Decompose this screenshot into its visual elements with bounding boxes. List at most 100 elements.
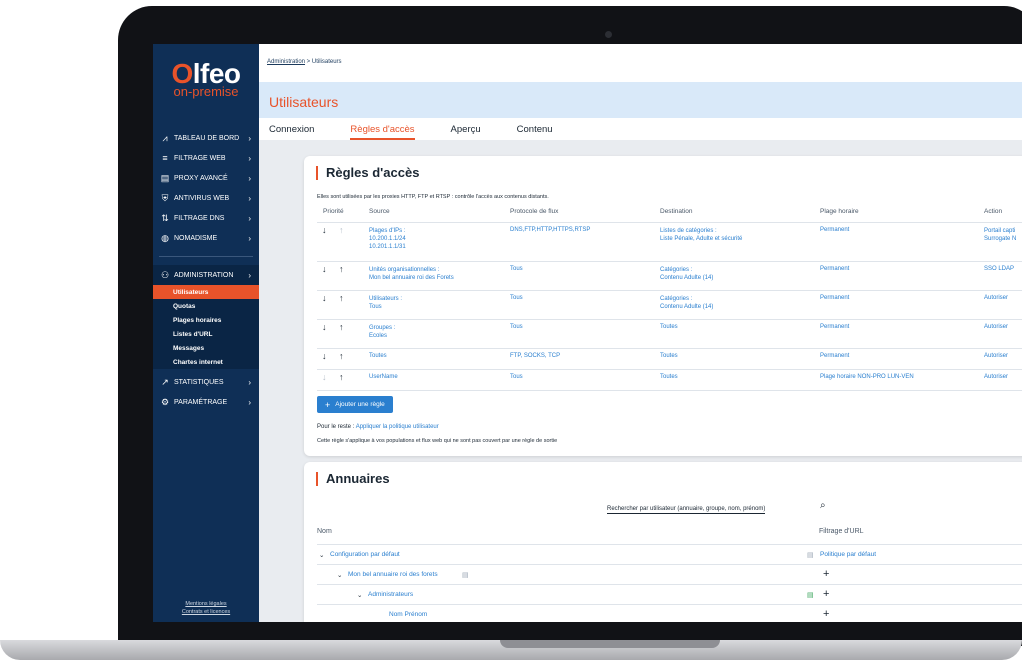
legal-link[interactable]: Mentions légales <box>153 600 259 608</box>
tab-regles-acces[interactable]: Règles d'accès <box>350 124 415 140</box>
list-item[interactable]: ⌄ Administrateurs ▤ + <box>317 584 1022 605</box>
laptop-notch <box>500 640 720 648</box>
action-cell[interactable]: Autoriser <box>984 353 1008 359</box>
arrow-up-icon[interactable]: ↑ <box>339 322 344 332</box>
source-cell[interactable]: Toutes <box>369 353 387 359</box>
tab-contenu[interactable]: Contenu <box>517 124 553 140</box>
list-item[interactable]: ⌄ Configuration par défaut ▤ Politique p… <box>317 544 1022 565</box>
add-filter-button[interactable]: + <box>823 588 829 600</box>
nav-filtrage-web[interactable]: ≡ Filtrage web › <box>153 148 259 168</box>
rest-policy: Pour le reste : Appliquer la politique u… <box>317 424 439 430</box>
tab-connexion[interactable]: Connexion <box>269 124 314 140</box>
camera-dot <box>605 31 612 38</box>
protocol-cell[interactable]: Tous <box>510 374 523 380</box>
tab-bar: Connexion Règles d'accès Aperçu Contenu <box>259 118 1022 140</box>
directory-label[interactable]: Configuration par défaut <box>330 551 400 558</box>
add-filter-button[interactable]: + <box>823 608 829 620</box>
destination-cell[interactable]: Toutes <box>660 374 678 380</box>
arrow-up-icon[interactable]: ↑ <box>339 264 344 274</box>
subnav-listes-url[interactable]: Listes d'URL <box>153 327 259 341</box>
filter-icon: ≡ <box>162 153 168 163</box>
table-row[interactable]: ↓ ↑ Unités organisationnelles : Mon bel a… <box>317 261 1022 290</box>
arrow-down-icon[interactable]: ↓ <box>322 264 327 274</box>
rest-policy-link[interactable]: Appliquer la politique utilisateur <box>356 424 439 430</box>
arrow-up-icon[interactable]: ↑ <box>339 293 344 303</box>
action-cell[interactable]: Autoriser <box>984 374 1008 380</box>
arrow-up-icon[interactable]: ↑ <box>339 351 344 361</box>
stats-icon: ↗ <box>161 376 169 387</box>
action-cell[interactable]: SSO LDAP <box>984 266 1014 272</box>
nav-proxy-avance[interactable]: ▤ Proxy avancé › <box>153 168 259 188</box>
directory-label[interactable]: Nom Prénom <box>389 611 427 618</box>
arrow-down-icon[interactable]: ↓ <box>322 351 327 361</box>
chevron-right-icon: › <box>248 270 251 280</box>
subnav-messages[interactable]: Messages <box>153 341 259 355</box>
source-cell: Groupes : Ecoles <box>369 324 395 340</box>
filter-policy-link[interactable]: Politique par défaut <box>820 551 876 558</box>
gear-icon: ⚙ <box>160 396 170 407</box>
protocol-cell[interactable]: Tous <box>510 266 523 272</box>
protocol-cell[interactable]: Tous <box>510 324 523 330</box>
destination-cell[interactable]: Toutes <box>660 324 678 330</box>
logo[interactable]: Olfeo on-premise <box>153 58 259 99</box>
breadcrumb-root[interactable]: Administration <box>267 59 305 65</box>
column-header: Action <box>984 208 1003 215</box>
destination-cell[interactable]: Toutes <box>660 353 678 359</box>
column-header: Nom <box>317 528 332 535</box>
schedule-cell[interactable]: Permanent <box>820 295 849 301</box>
schedule-cell[interactable]: Permanent <box>820 324 849 330</box>
breadcrumb-current: Utilisateurs <box>311 59 342 65</box>
subnav-plages-horaires[interactable]: Plages horaires <box>153 313 259 327</box>
contracts-link[interactable]: Contrats et licences <box>153 608 259 616</box>
directory-label[interactable]: Administrateurs <box>368 591 413 598</box>
schedule-cell[interactable]: Permanent <box>820 266 849 272</box>
document-icon: ▤ <box>807 552 814 559</box>
table-row[interactable]: ↓ ↑ UserName Tous Toutes Plage horaire N… <box>317 369 1022 391</box>
nav-parametrage[interactable]: ⚙ Paramétrage › <box>153 392 259 412</box>
nav-nomadisme[interactable]: ◍ Nomadisme › <box>153 228 259 248</box>
nav-statistiques[interactable]: ↗ Statistiques › <box>153 372 259 392</box>
action-cell: Portail capti Surrogate N <box>984 227 1016 243</box>
protocol-cell[interactable]: FTP, SOCKS, TCP <box>510 353 560 359</box>
nav-administration[interactable]: ⚇ Administration › <box>153 265 259 285</box>
action-cell[interactable]: Autoriser <box>984 295 1008 301</box>
search-input[interactable]: Rechercher par utilisateur (annuaire, gr… <box>607 506 766 514</box>
nav-filtrage-dns[interactable]: ⇅ Filtrage DNS › <box>153 208 259 228</box>
arrow-down-icon[interactable]: ↓ <box>322 225 327 235</box>
brand-edition: on-premise <box>173 84 239 99</box>
schedule-cell[interactable]: Permanent <box>820 227 849 233</box>
tab-apercu[interactable]: Aperçu <box>451 124 481 140</box>
add-rule-label: Ajouter une règle <box>335 401 385 408</box>
subnav-quotas[interactable]: Quotas <box>153 299 259 313</box>
action-cell[interactable]: Autoriser <box>984 324 1008 330</box>
source-cell[interactable]: UserName <box>369 374 398 380</box>
arrow-up-icon[interactable]: ↑ <box>339 372 344 382</box>
arrow-down-icon[interactable]: ↓ <box>322 293 327 303</box>
add-filter-button[interactable]: + <box>823 568 829 580</box>
destination-cell: Listes de catégories : Liste Pénale, Adul… <box>660 227 742 243</box>
search-icon[interactable]: ⌕ <box>820 500 826 511</box>
chevron-down-icon[interactable]: ⌄ <box>319 551 324 559</box>
list-item[interactable]: Nom Prénom + <box>317 604 1022 622</box>
list-item[interactable]: ⌄ Mon bel annuaire roi des forets ▤ + <box>317 564 1022 585</box>
subnav-chartes-internet[interactable]: Chartes internet <box>153 355 259 369</box>
access-rules-card: Règles d'accès Elles sont utilisées par … <box>304 156 1022 456</box>
rules-table-header: Priorité Source Protocole de flux Destin… <box>317 208 1022 220</box>
table-row[interactable]: ↓ ↑ Groupes : Ecoles Tous Toutes Permanen… <box>317 319 1022 348</box>
table-row[interactable]: ↓ ↑ Toutes FTP, SOCKS, TCP Toutes Perman… <box>317 348 1022 369</box>
schedule-cell[interactable]: Permanent <box>820 353 849 359</box>
subnav-utilisateurs[interactable]: Utilisateurs <box>153 285 259 299</box>
nav-antivirus-web[interactable]: ⛨ Antivirus web › <box>153 188 259 208</box>
cell-line: Catégories : <box>660 296 693 302</box>
chevron-down-icon[interactable]: ⌄ <box>337 571 342 579</box>
arrow-down-icon[interactable]: ↓ <box>322 322 327 332</box>
table-row[interactable]: ↓ ↑ Utilisateurs : Tous Tous Catégories :… <box>317 290 1022 319</box>
chevron-down-icon[interactable]: ⌄ <box>357 591 362 599</box>
protocol-cell[interactable]: Tous <box>510 295 523 301</box>
add-rule-button[interactable]: + Ajouter une règle <box>317 396 393 413</box>
directory-label[interactable]: Mon bel annuaire roi des forets <box>348 571 438 578</box>
nav-tableau-de-bord[interactable]: ⩘ Tableau de bord › <box>153 128 259 148</box>
schedule-cell[interactable]: Plage horaire NON-PRO LUN-VEN <box>820 374 914 380</box>
protocol-cell[interactable]: DNS,FTP,HTTP,HTTPS,RTSP <box>510 227 590 233</box>
table-row[interactable]: ↓ ↑ Plages d'IPs : 10.200.1.1/24 10.201.1.… <box>317 222 1022 261</box>
